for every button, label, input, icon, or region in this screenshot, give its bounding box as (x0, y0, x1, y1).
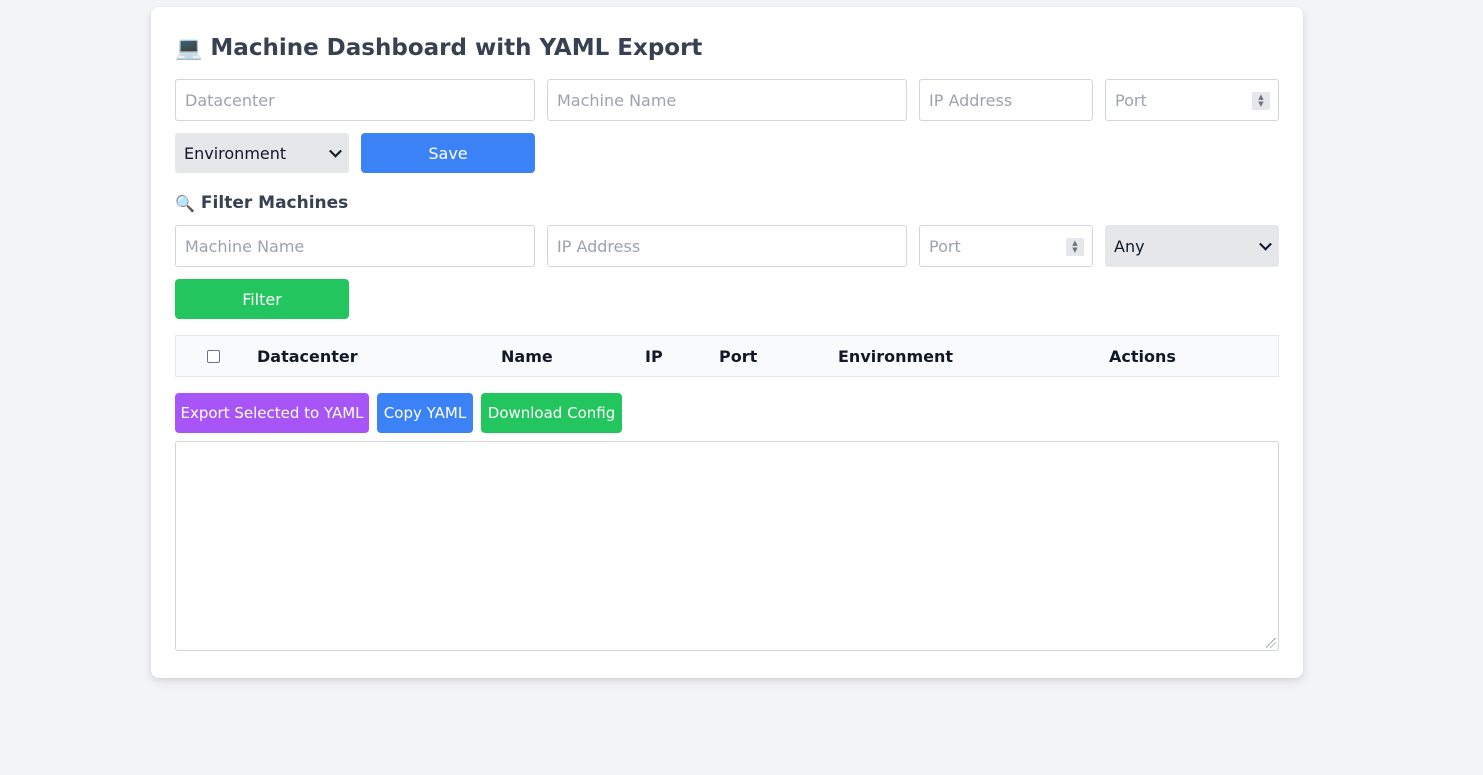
save-button[interactable]: Save (361, 133, 535, 173)
filter-port-spinner-icon[interactable]: ▲ ▼ (1066, 238, 1084, 256)
environment-select-value: Environment (184, 143, 287, 163)
dashboard-card: 💻 Machine Dashboard with YAML Export Dat… (151, 7, 1303, 678)
chevron-down-icon (1259, 237, 1272, 251)
ip-address-placeholder: IP Address (929, 90, 1013, 110)
machines-table-header: Datacenter Name IP Port Environment Acti… (175, 335, 1279, 377)
resize-handle-icon[interactable] (1266, 638, 1276, 648)
column-header-port[interactable]: Port (719, 336, 757, 376)
filter-machine-name-placeholder: Machine Name (185, 236, 305, 256)
machine-name-input[interactable]: Machine Name (547, 79, 907, 121)
column-header-actions: Actions (1109, 346, 1176, 366)
ip-address-input[interactable]: IP Address (919, 79, 1093, 121)
page-title-text: Machine Dashboard with YAML Export (210, 35, 703, 61)
yaml-output-textarea[interactable] (175, 441, 1279, 651)
port-input[interactable]: Port ▲ ▼ (1105, 79, 1279, 121)
filter-ip-placeholder: IP Address (557, 236, 641, 256)
filter-port-placeholder: Port (929, 236, 961, 256)
page-title: 💻 Machine Dashboard with YAML Export (175, 33, 702, 63)
filter-environment-value: Any (1114, 236, 1145, 256)
datacenter-placeholder: Datacenter (185, 90, 275, 110)
filter-port-input[interactable]: Port ▲ ▼ (919, 225, 1093, 267)
column-header-ip[interactable]: IP (645, 336, 663, 376)
column-header-environment[interactable]: Environment (838, 336, 953, 376)
filter-environment-select[interactable]: Any (1105, 225, 1279, 267)
column-header-datacenter[interactable]: Datacenter (257, 336, 358, 376)
machine-name-placeholder: Machine Name (557, 90, 677, 110)
datacenter-input[interactable]: Datacenter (175, 79, 535, 121)
filter-machine-name-input[interactable]: Machine Name (175, 225, 535, 267)
environment-select[interactable]: Environment (175, 133, 349, 173)
export-yaml-button[interactable]: Export Selected to YAML (175, 393, 369, 433)
column-header-name[interactable]: Name (501, 336, 553, 376)
copy-yaml-button[interactable]: Copy YAML (377, 393, 473, 433)
download-config-button[interactable]: Download Config (481, 393, 622, 433)
filter-button[interactable]: Filter (175, 279, 349, 319)
filter-heading: 🔍 Filter Machines (175, 191, 348, 215)
filter-ip-input[interactable]: IP Address (547, 225, 907, 267)
port-placeholder: Port (1115, 90, 1147, 110)
chevron-down-icon (329, 144, 342, 158)
filter-heading-text: Filter Machines (200, 193, 349, 213)
search-icon: 🔍 (175, 193, 195, 213)
select-all-checkbox[interactable] (207, 350, 220, 363)
laptop-icon: 💻 (175, 35, 203, 61)
port-spinner-icon[interactable]: ▲ ▼ (1252, 92, 1270, 110)
